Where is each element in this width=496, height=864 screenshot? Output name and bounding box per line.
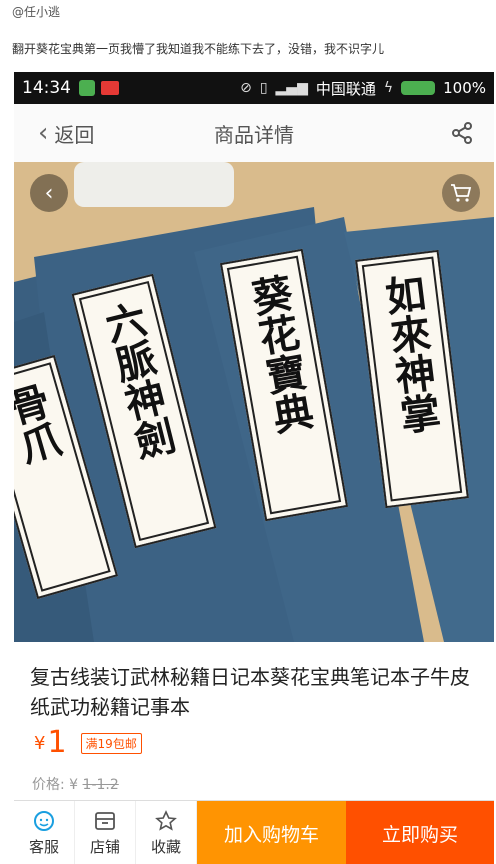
share-icon[interactable] — [450, 121, 474, 145]
notification-app-icon — [79, 80, 95, 96]
favorite-button[interactable]: 收藏 — [136, 801, 197, 864]
shipping-badge: 满19包邮 — [80, 733, 142, 754]
book-title-3: 葵花寶典 — [242, 271, 317, 438]
original-price-label: 价格: — [32, 777, 65, 793]
product-image-carousel[interactable]: 骨爪 六脈神劍 葵花寶典 如來神掌 ‹ — [14, 162, 494, 642]
chevron-left-icon: ‹ — [44, 180, 54, 206]
customer-service-label: 客服 — [28, 837, 59, 856]
original-price-currency: ¥ — [69, 777, 79, 793]
shop-button[interactable]: 店铺 — [75, 801, 136, 864]
mute-icon: ⊘ — [240, 80, 252, 96]
star-icon — [155, 809, 177, 831]
price-currency: ¥ — [34, 733, 46, 754]
customer-service-icon — [34, 810, 54, 831]
image-back-button[interactable]: ‹ — [30, 174, 68, 212]
product-title: 复古线装订武林秘籍日记本葵花宝典笔记本子牛皮纸武功秘籍记事本 — [30, 665, 470, 719]
shop-icon — [95, 811, 115, 830]
battery-icon — [401, 81, 436, 95]
phone-screenshot: 14:34 ⊘ ▯ ▂▄▆ 中国联通 ϟ 100% ‹ 返回 商品详情 骨爪 六… — [14, 72, 494, 864]
bottom-action-bar: 客服 店铺 收藏 加入购物车 立即购买 — [14, 800, 494, 864]
shop-label: 店铺 — [89, 837, 120, 856]
chevron-left-icon: ‹ — [38, 118, 49, 148]
price-row: ¥ 1 满19包邮 — [34, 728, 142, 758]
customer-service-button[interactable]: 客服 — [14, 801, 75, 864]
post-author[interactable]: @任小逃 — [12, 3, 60, 20]
post-caption: 翻开葵花宝典第一页我懵了我知道我不能练下去了，没错，我不识字儿 — [12, 42, 385, 56]
notification-app-icon-2 — [101, 81, 119, 95]
signal-icon: ▂▄▆ — [275, 80, 308, 96]
battery-percent: 100% — [443, 79, 486, 97]
back-button[interactable]: ‹ 返回 — [38, 118, 94, 148]
price-value: 1 — [47, 725, 67, 760]
book-title-1: 骨爪 — [14, 379, 65, 469]
buy-now-button[interactable]: 立即购买 — [346, 801, 494, 864]
cart-icon — [451, 184, 472, 202]
original-price: 价格: ¥ 1-1.2 — [32, 774, 119, 794]
add-to-cart-button[interactable]: 加入购物车 — [197, 801, 346, 864]
original-price-value: 1-1.2 — [82, 777, 119, 793]
carrier-name: 中国联通 — [315, 79, 376, 98]
charging-icon: ϟ — [383, 80, 394, 96]
status-time: 14:34 — [22, 78, 71, 98]
book-title-4: 如來神掌 — [376, 271, 443, 437]
favorite-label: 收藏 — [150, 837, 181, 856]
status-bar: 14:34 ⊘ ▯ ▂▄▆ 中国联通 ϟ 100% — [14, 72, 494, 104]
sim-icon: ▯ — [259, 80, 268, 96]
navigation-bar: ‹ 返回 商品详情 — [14, 104, 494, 162]
cart-button[interactable] — [442, 174, 480, 212]
back-label: 返回 — [54, 122, 95, 147]
